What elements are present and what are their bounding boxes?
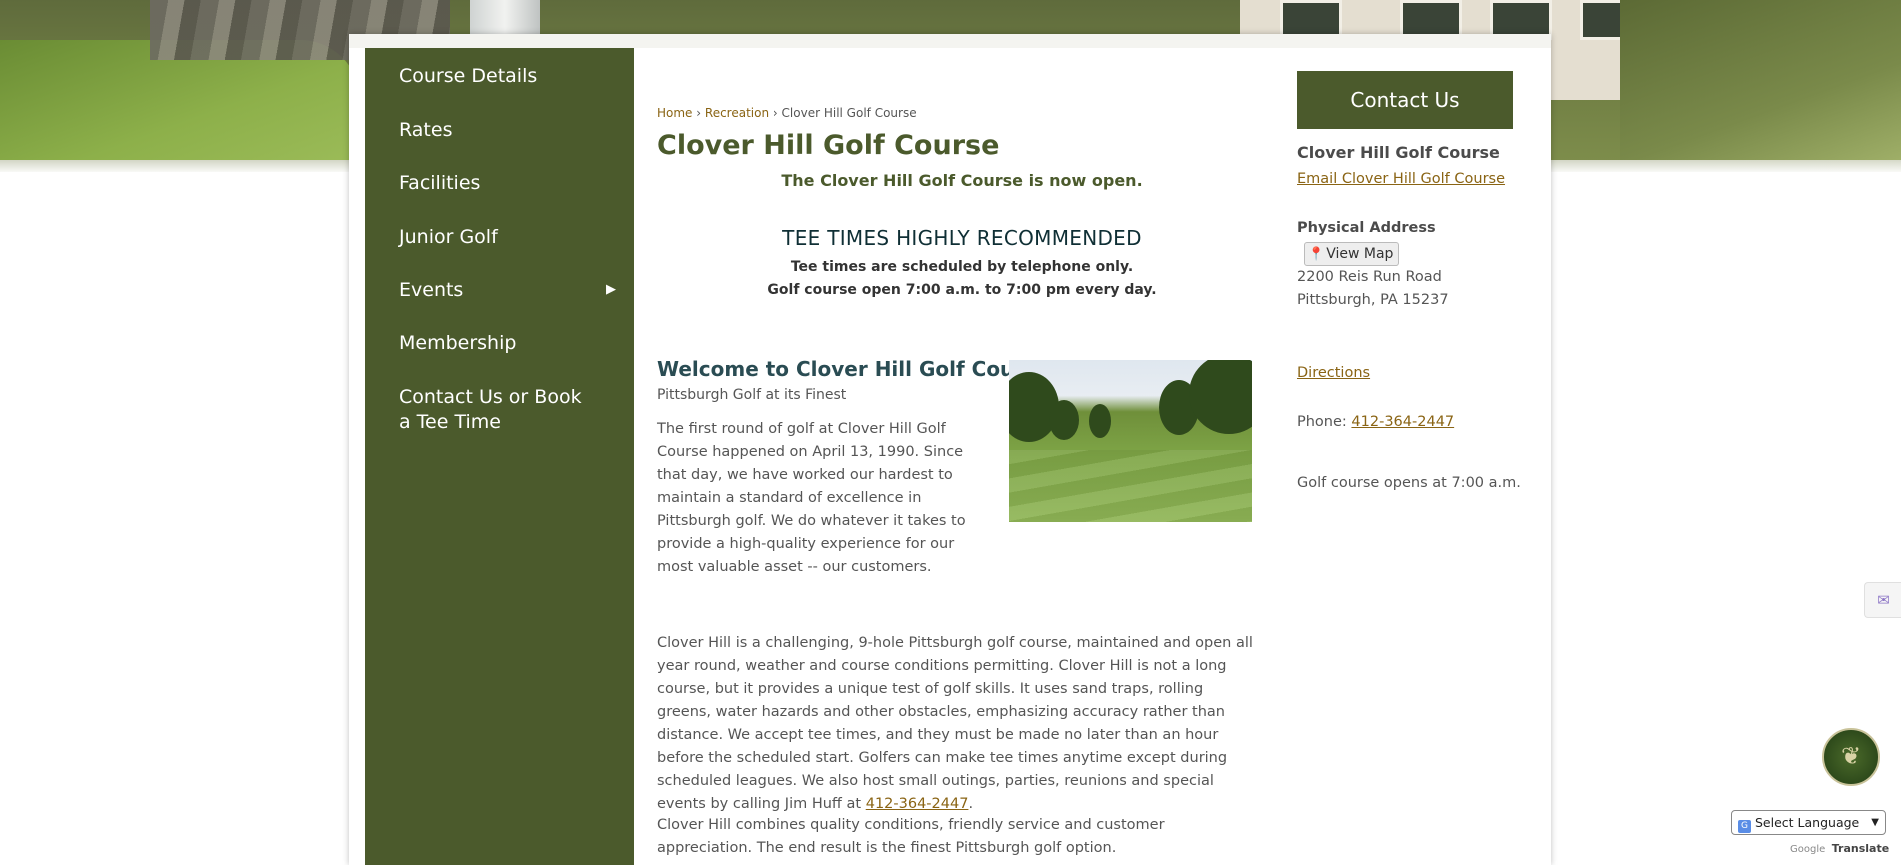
sidebar-item-events[interactable]: Events ▶	[365, 263, 634, 316]
address-line1: 2200 Reis Run Road	[1297, 269, 1442, 285]
welcome-heading: Welcome to Clover Hill Golf Course	[657, 357, 1050, 381]
view-map-button[interactable]: 📍 View Map	[1304, 242, 1400, 266]
sidebar-item-junior-golf[interactable]: Junior Golf	[365, 210, 634, 263]
tee-times-note: Tee times are scheduled by telephone onl…	[790, 259, 1134, 275]
breadcrumb-separator: ›	[696, 106, 702, 120]
sidebar-item-label: Junior Golf	[399, 226, 498, 248]
course-opening-note: Golf course opens at 7:00 a.m.	[1297, 475, 1521, 491]
sidebar-item-label: Rates	[399, 119, 453, 141]
google-label: Google	[1790, 844, 1826, 855]
directions-link[interactable]: Directions	[1297, 365, 1370, 381]
envelope-icon: ✉	[1877, 591, 1890, 609]
sidebar-item-label: Events	[399, 279, 464, 301]
page-title: Clover Hill Golf Course	[657, 130, 1000, 161]
breadcrumb-separator: ›	[772, 106, 778, 120]
breadcrumb-recreation-link[interactable]: Recreation	[705, 106, 769, 120]
course-description-paragraph: Clover Hill is a challenging, 9-hole Pit…	[657, 635, 1253, 812]
sidebar-item-label: Course Details	[399, 65, 538, 87]
contact-sidebar: Contact Us Clover Hill Golf Course Email…	[1297, 48, 1521, 865]
phone-link[interactable]: 412-364-2447	[1351, 414, 1454, 430]
powered-by-google: Google Translate	[1790, 842, 1889, 855]
breadcrumb-current: Clover Hill Golf Course	[781, 106, 917, 120]
chevron-down-icon: ▼	[1871, 817, 1879, 828]
contact-us-button[interactable]: Contact Us	[1297, 71, 1513, 129]
sidebar-item-label: Facilities	[399, 172, 481, 194]
contact-name: Clover Hill Golf Course	[1297, 143, 1500, 162]
sidebar-item-label: Contact Us or Book a Tee Time	[399, 386, 582, 433]
sidebar-item-contact-book[interactable]: Contact Us or Book a Tee Time	[365, 370, 634, 440]
sidebar-item-facilities[interactable]: Facilities	[365, 156, 634, 210]
leaf-icon: ❦	[1840, 742, 1862, 770]
course-description-text: Clover Hill is a challenging, 9-hole Pit…	[657, 635, 1253, 812]
tee-times-heading: TEE TIMES HIGHLY RECOMMENDED	[782, 226, 1142, 250]
google-translate-icon: G	[1738, 820, 1751, 833]
map-pin-icon: 📍	[1308, 247, 1325, 262]
hero-trees	[1620, 0, 1901, 172]
submenu-arrow-icon[interactable]: ▶	[606, 282, 616, 297]
phone-label: Phone:	[1297, 414, 1347, 430]
sidebar-item-label: Membership	[399, 332, 517, 354]
closing-paragraph: Clover Hill combines quality conditions,…	[657, 817, 1165, 856]
sidebar-item-course-details[interactable]: Course Details	[365, 48, 634, 102]
language-select-label: Select Language	[1755, 815, 1860, 830]
main-content: Home › Recreation › Clover Hill Golf Cou…	[657, 48, 1267, 865]
side-feedback-tab[interactable]: ✉	[1864, 582, 1901, 618]
intro-paragraph: The first round of golf at Clover Hill G…	[657, 421, 966, 575]
site-emblem-badge[interactable]: ❦	[1822, 728, 1880, 786]
translate-link[interactable]: Translate	[1832, 842, 1889, 855]
breadcrumb-home-link[interactable]: Home	[657, 106, 692, 120]
sidebar-item-membership[interactable]: Membership	[365, 316, 634, 370]
golf-course-photo	[1009, 360, 1252, 522]
address-line2: Pittsburgh, PA 15237	[1297, 292, 1449, 308]
welcome-subtitle: Pittsburgh Golf at its Finest	[657, 387, 847, 403]
email-link[interactable]: Email Clover Hill Golf Course	[1297, 171, 1505, 187]
phone-row: Phone: 412-364-2447	[1297, 414, 1454, 430]
open-notice: The Clover Hill Golf Course is now open.	[781, 171, 1143, 190]
page-container: Course Details Rates Facilities Junior G…	[349, 34, 1551, 865]
breadcrumb: Home › Recreation › Clover Hill Golf Cou…	[657, 106, 917, 120]
phone-link-jim-huff[interactable]: 412-364-2447	[866, 796, 969, 812]
language-select[interactable]: G Select Language ▼	[1731, 810, 1886, 835]
sidebar-nav: Course Details Rates Facilities Junior G…	[365, 48, 634, 865]
hours-note: Golf course open 7:00 a.m. to 7:00 pm ev…	[767, 282, 1157, 298]
view-map-label: View Map	[1326, 246, 1394, 262]
sidebar-item-rates[interactable]: Rates	[365, 102, 634, 156]
address-label: Physical Address	[1297, 220, 1436, 236]
